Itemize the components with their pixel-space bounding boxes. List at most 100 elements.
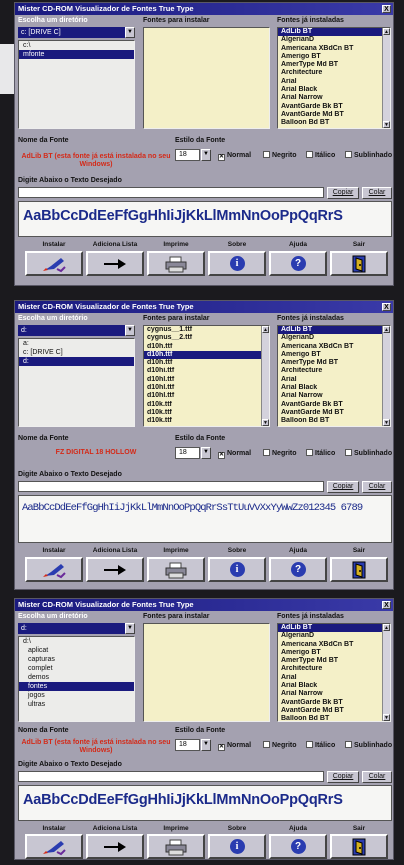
size-select[interactable]: 18 bbox=[175, 447, 200, 459]
font-item[interactable]: Arial Narrow bbox=[278, 690, 390, 698]
close-button[interactable]: X bbox=[382, 303, 391, 311]
chevron-down-icon[interactable]: ▼ bbox=[125, 27, 135, 38]
font-item[interactable]: cygnus__1.ttf bbox=[144, 326, 269, 334]
font-item[interactable]: Arial bbox=[278, 78, 390, 86]
normal-checkbox[interactable]: ✕ Normal bbox=[218, 151, 251, 161]
scrollbar[interactable]: ▲ ▼ bbox=[382, 326, 390, 426]
font-item[interactable]: AvantGarde Md BT bbox=[278, 111, 390, 119]
sample-text-input[interactable] bbox=[18, 187, 324, 198]
font-item[interactable]: Americana XBdCn BT bbox=[278, 343, 390, 351]
font-item[interactable]: AdLib BT bbox=[278, 624, 390, 633]
dir-item[interactable]: jogos bbox=[19, 691, 134, 700]
normal-checkbox[interactable]: ✕ Normal bbox=[218, 741, 251, 751]
size-select[interactable]: 18 bbox=[175, 149, 200, 161]
font-item[interactable]: d10k.ttf bbox=[144, 417, 269, 425]
dir-item[interactable]: c:\ bbox=[19, 41, 134, 50]
paste-button[interactable]: Colar bbox=[362, 481, 392, 493]
font-item[interactable]: d10k.ttf bbox=[144, 409, 269, 417]
underline-checkbox[interactable]: Sublinhado bbox=[345, 741, 392, 750]
add-list-button[interactable] bbox=[86, 557, 144, 582]
installed-fonts-list[interactable]: AdLib BT AlgerianD Americana XBdCn BT Am… bbox=[277, 27, 391, 129]
about-button[interactable]: i bbox=[208, 834, 266, 859]
font-item[interactable]: Amerigo BT bbox=[278, 351, 390, 359]
dir-item[interactable]: capturas bbox=[19, 655, 134, 664]
print-button[interactable] bbox=[147, 251, 205, 276]
font-item[interactable]: d10hl.ttf bbox=[144, 376, 269, 384]
exit-button[interactable] bbox=[330, 251, 388, 276]
print-button[interactable] bbox=[147, 557, 205, 582]
font-item[interactable]: AmerType Md BT bbox=[278, 359, 390, 367]
help-button[interactable]: ? bbox=[269, 834, 327, 859]
install-button[interactable] bbox=[25, 557, 83, 582]
paste-button[interactable]: Colar bbox=[362, 771, 392, 783]
directory-list[interactable]: a: c: [DRIVE C] d: bbox=[18, 338, 135, 427]
help-button[interactable]: ? bbox=[269, 251, 327, 276]
add-list-button[interactable] bbox=[86, 251, 144, 276]
font-item[interactable]: d10hi.ttf bbox=[144, 367, 269, 375]
dir-item[interactable]: a: bbox=[19, 339, 134, 348]
installed-fonts-list[interactable]: AdLib BT AlgerianD Americana XBdCn BT Am… bbox=[277, 325, 391, 427]
font-item[interactable]: d10hl.ttf bbox=[144, 392, 269, 400]
dir-item[interactable]: fontes bbox=[19, 682, 134, 691]
font-item[interactable]: AlgerianD bbox=[278, 334, 390, 342]
font-item[interactable]: Arial Narrow bbox=[278, 94, 390, 102]
bold-checkbox[interactable]: Negrito bbox=[263, 741, 297, 750]
font-item[interactable]: d10h.ttf bbox=[144, 343, 269, 351]
drive-select[interactable]: d: bbox=[18, 623, 125, 634]
scrollbar[interactable]: ▲ ▼ bbox=[382, 624, 390, 721]
font-item[interactable]: Amerigo BT bbox=[278, 649, 390, 657]
chevron-down-icon[interactable]: ▼ bbox=[201, 447, 211, 459]
font-item[interactable]: Arial Black bbox=[278, 86, 390, 94]
font-item[interactable]: AdLib BT bbox=[278, 28, 390, 37]
font-item[interactable]: AvantGarde Bk BT bbox=[278, 103, 390, 111]
italic-checkbox[interactable]: Itálico bbox=[306, 449, 335, 458]
copy-button[interactable]: Copiar bbox=[327, 771, 359, 783]
copy-button[interactable]: Copiar bbox=[327, 481, 359, 493]
font-item[interactable]: Balloon Bd BT bbox=[278, 417, 390, 425]
font-item[interactable]: cygnus__2.ttf bbox=[144, 334, 269, 342]
bold-checkbox[interactable]: Negrito bbox=[263, 449, 297, 458]
dir-item[interactable]: complet bbox=[19, 664, 134, 673]
normal-checkbox[interactable]: ✕ Normal bbox=[218, 449, 251, 459]
chevron-down-icon[interactable]: ▼ bbox=[201, 149, 211, 161]
sample-text-input[interactable] bbox=[18, 771, 324, 782]
font-item[interactable]: Amerigo BT bbox=[278, 53, 390, 61]
font-item[interactable]: AmerType Md BT bbox=[278, 61, 390, 69]
font-item[interactable]: d10hl.ttf bbox=[144, 384, 269, 392]
install-button[interactable] bbox=[25, 251, 83, 276]
font-item[interactable]: AdLib BT bbox=[278, 326, 390, 335]
dir-item[interactable]: aplicat bbox=[19, 646, 134, 655]
font-item[interactable]: Arial Black bbox=[278, 384, 390, 392]
sample-text-input[interactable] bbox=[18, 481, 324, 492]
fonts-to-install-list[interactable] bbox=[143, 27, 270, 129]
about-button[interactable]: i bbox=[208, 251, 266, 276]
font-item[interactable]: Architecture bbox=[278, 665, 390, 673]
underline-checkbox[interactable]: Sublinhado bbox=[345, 151, 392, 160]
font-item[interactable]: Americana XBdCn BT bbox=[278, 641, 390, 649]
scrollbar[interactable]: ▲ ▼ bbox=[382, 28, 390, 128]
font-item[interactable]: Balloon Bd BT bbox=[278, 715, 390, 723]
italic-checkbox[interactable]: Itálico bbox=[306, 741, 335, 750]
font-item[interactable]: d10h.ttf bbox=[144, 350, 269, 360]
scrollbar[interactable]: ▲ ▼ bbox=[261, 326, 269, 426]
dir-item[interactable]: c: [DRIVE C] bbox=[19, 348, 134, 357]
directory-list[interactable]: c:\ mfonte bbox=[18, 40, 135, 129]
italic-checkbox[interactable]: Itálico bbox=[306, 151, 335, 160]
dir-item[interactable]: d:\ bbox=[19, 637, 134, 646]
help-button[interactable]: ? bbox=[269, 557, 327, 582]
font-item[interactable]: Arial bbox=[278, 376, 390, 384]
exit-button[interactable] bbox=[330, 557, 388, 582]
close-button[interactable]: X bbox=[382, 5, 391, 13]
installed-fonts-list[interactable]: AdLib BT AlgerianD Americana XBdCn BT Am… bbox=[277, 623, 391, 722]
copy-button[interactable]: Copiar bbox=[327, 187, 359, 199]
font-item[interactable]: AlgerianD bbox=[278, 632, 390, 640]
close-button[interactable]: X bbox=[382, 601, 391, 609]
dir-item[interactable]: d: bbox=[19, 357, 134, 366]
font-item[interactable]: AlgerianD bbox=[278, 36, 390, 44]
about-button[interactable]: i bbox=[208, 557, 266, 582]
font-item[interactable]: AvantGarde Md BT bbox=[278, 707, 390, 715]
font-item[interactable]: AvantGarde Bk BT bbox=[278, 699, 390, 707]
dir-item[interactable]: demos bbox=[19, 673, 134, 682]
font-item[interactable]: Architecture bbox=[278, 69, 390, 77]
drive-select[interactable]: c: [DRIVE C] bbox=[18, 27, 125, 38]
